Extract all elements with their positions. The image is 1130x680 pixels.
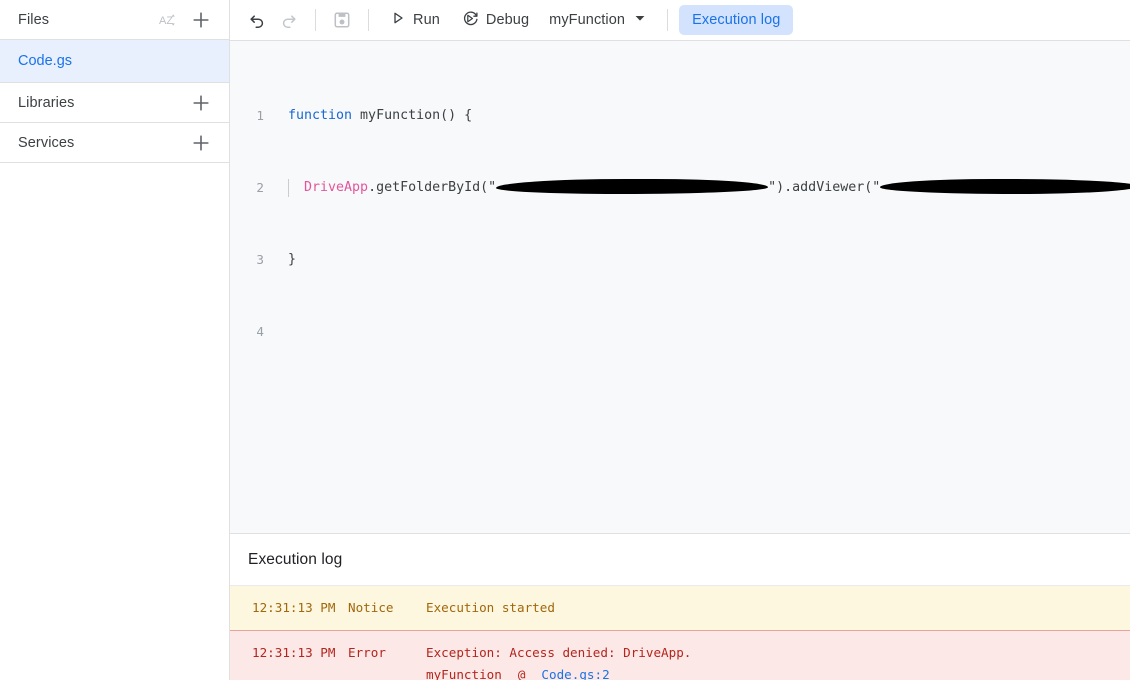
code-line-1-text: function myFunction() { <box>272 107 472 125</box>
line2-method1: .getFolderById(" <box>368 180 497 195</box>
run-label: Run <box>413 12 440 28</box>
sort-az-icon[interactable]: AZ <box>153 6 181 34</box>
line2-mid: ").addViewer(" <box>768 180 881 195</box>
log-stack-at: @ <box>517 667 526 680</box>
line1-rest: myFunction() { <box>352 108 473 123</box>
log-message: Exception: Access denied: DriveApp. <box>426 645 692 660</box>
log-timestamp: 12:31:13 PM <box>252 600 336 615</box>
libraries-section-header[interactable]: Libraries <box>0 83 229 123</box>
file-list: Code.gs <box>0 40 229 83</box>
toolbar-divider-3 <box>667 9 669 31</box>
apps-script-editor-window: Files AZ Code.gs Libraries Services Run … <box>0 0 1130 680</box>
redo-icon[interactable] <box>274 5 304 35</box>
file-item-label: Code.gs <box>18 53 73 69</box>
log-stack-function: myFunction <box>426 667 502 680</box>
services-section-header[interactable]: Services <box>0 123 229 163</box>
code-area: 1 function myFunction() { 2 DriveApp.get… <box>230 41 1130 395</box>
line2-indent <box>288 180 304 195</box>
execution-log-rows: 12:31:13 PM Notice Execution started 12:… <box>230 586 1130 680</box>
files-title: Files <box>18 11 50 28</box>
line-number: 4 <box>256 324 264 339</box>
add-library-icon[interactable] <box>187 89 215 117</box>
line-number: 2 <box>256 180 264 195</box>
code-editor[interactable]: 1 function myFunction() { 2 DriveApp.get… <box>230 40 1130 533</box>
debug-label: Debug <box>485 12 530 28</box>
function-select[interactable]: myFunction <box>541 5 656 35</box>
code-line-2: 2 DriveApp.getFolderById(" ").addViewer("… <box>230 178 1130 197</box>
debug-button[interactable]: Debug <box>452 5 539 35</box>
run-button[interactable]: Run <box>380 5 450 35</box>
log-entry-error: 12:31:13 PM Error Exception: Access deni… <box>230 630 1130 680</box>
code-line-4: 4 <box>230 323 1130 341</box>
play-icon <box>390 10 406 30</box>
log-level: Error <box>348 645 386 660</box>
execution-log-panel: Execution log 12:31:13 PM Notice Executi… <box>230 533 1130 680</box>
sidebar-item-code-gs[interactable]: Code.gs <box>0 40 229 82</box>
keyword-function: function <box>288 108 353 123</box>
code-line-2-text: DriveApp.getFolderById("").addViewer("")… <box>272 178 1130 197</box>
code-line-1: 1 function myFunction() { <box>230 107 1130 125</box>
code-line-3: 3 } <box>230 251 1130 269</box>
libraries-title: Libraries <box>18 94 75 111</box>
execution-log-button[interactable]: Execution log <box>679 5 794 35</box>
sidebar-empty-space <box>0 163 229 680</box>
chevron-down-icon <box>634 12 646 28</box>
line-number: 3 <box>256 252 264 267</box>
execution-log-title: Execution log <box>230 534 1130 586</box>
log-timestamp: 12:31:13 PM <box>252 645 336 660</box>
sidebar: Files AZ Code.gs Libraries Services <box>0 0 230 680</box>
undo-icon[interactable] <box>242 5 272 35</box>
toolbar-divider-2 <box>368 9 369 31</box>
log-stack-line: myFunction @ Code.gs:2 <box>426 664 1130 680</box>
add-file-icon[interactable] <box>187 6 215 34</box>
toolbar-divider <box>315 9 316 31</box>
log-message-block: Exception: Access denied: DriveApp. myFu… <box>426 642 1130 680</box>
log-level: Notice <box>348 600 394 615</box>
line-number: 1 <box>256 108 264 123</box>
function-select-value: myFunction <box>549 12 626 28</box>
main-area: Run Debug myFunction Execution log 1 fun… <box>230 0 1130 680</box>
log-entry-notice: 12:31:13 PM Notice Execution started <box>230 586 1130 630</box>
editor-toolbar: Run Debug myFunction Execution log <box>230 0 1130 40</box>
files-section-header: Files AZ <box>0 0 229 40</box>
code-line-3-text: } <box>288 252 297 267</box>
files-actions: AZ <box>153 6 215 34</box>
redaction-mark-email <box>880 178 1130 194</box>
svg-text:AZ: AZ <box>159 15 173 27</box>
redaction-mark-folder-id <box>496 178 769 194</box>
class-driveapp: DriveApp <box>304 180 369 195</box>
debug-icon <box>462 10 479 31</box>
log-message: Execution started <box>426 600 555 615</box>
log-source-link[interactable]: Code.gs:2 <box>541 667 609 680</box>
add-service-icon[interactable] <box>187 129 215 157</box>
services-title: Services <box>18 134 75 151</box>
save-icon[interactable] <box>327 5 357 35</box>
